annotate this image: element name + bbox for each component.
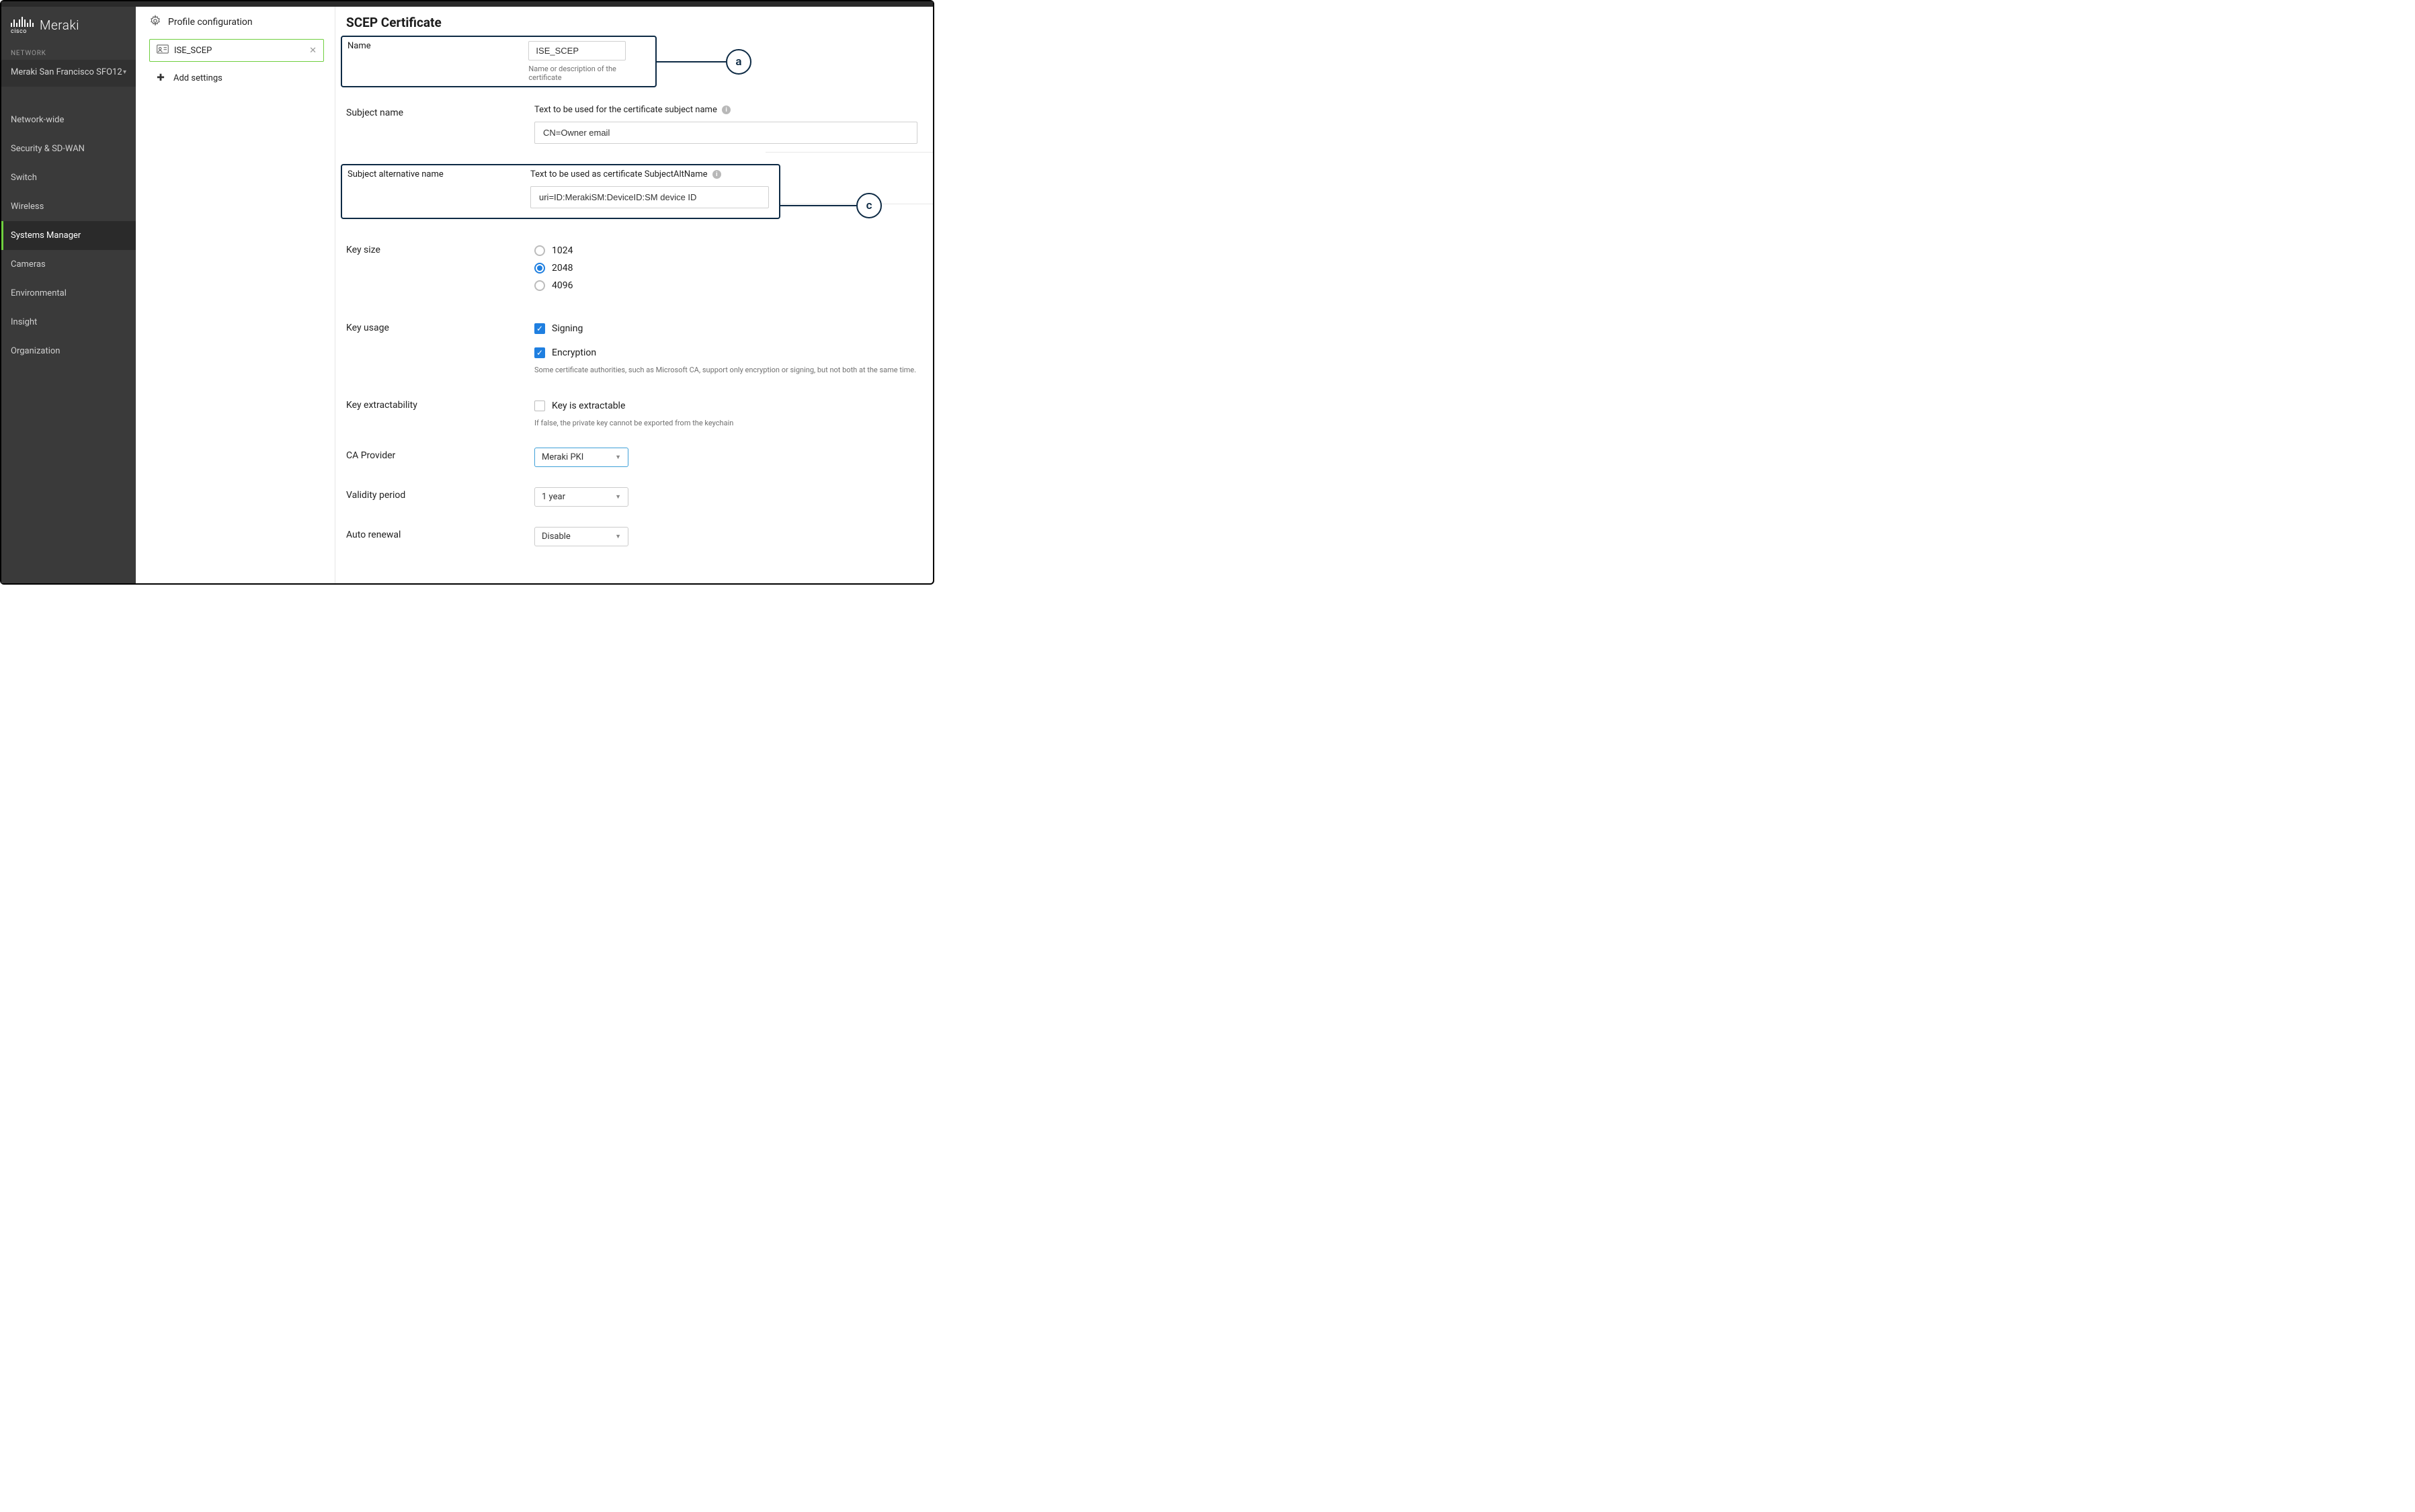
checkbox-icon: ✓	[534, 347, 545, 358]
subject-name-label: Subject name	[346, 105, 534, 118]
checkbox-icon: ✓	[534, 323, 545, 334]
key-extractable-option[interactable]: Key is extractable	[534, 397, 933, 415]
radio-icon	[534, 280, 545, 291]
sidebar-item-wireless[interactable]: Wireless	[1, 192, 136, 221]
caret-down-icon: ▾	[123, 68, 126, 77]
auto-renewal-select[interactable]: Disable ▼	[534, 527, 628, 546]
profile-entry-name: ISE_SCEP	[174, 46, 212, 56]
sidebar-item-cameras[interactable]: Cameras	[1, 250, 136, 279]
sidebar-item-label: Security & SD-WAN	[11, 144, 85, 154]
radio-label: 2048	[552, 263, 573, 274]
sidebar-item-label: Cameras	[11, 259, 46, 269]
plus-icon: ✚	[156, 73, 165, 83]
ca-provider-label: CA Provider	[346, 448, 534, 461]
network-section-label: NETWORK	[1, 38, 136, 60]
page-title: SCEP Certificate	[346, 15, 933, 30]
keyusage-signing[interactable]: ✓ Signing	[534, 320, 933, 337]
checkbox-icon	[534, 401, 545, 411]
app-shell: cisco Meraki NETWORK Meraki San Francisc…	[1, 7, 933, 583]
callout-marker: c	[856, 193, 882, 218]
callout-a: a	[649, 49, 751, 75]
select-value: Meraki PKI	[542, 452, 583, 462]
brand-logo: cisco Meraki	[1, 7, 136, 38]
add-settings-button[interactable]: ✚ Add settings	[149, 70, 324, 86]
key-usage-label: Key usage	[346, 320, 534, 333]
keysize-option-2048[interactable]: 2048	[534, 259, 933, 277]
san-label: Subject alternative name	[347, 169, 530, 179]
sidebar-item-security-sdwan[interactable]: Security & SD-WAN	[1, 134, 136, 163]
ca-provider-select[interactable]: Meraki PKI ▼	[534, 448, 628, 467]
sidebar-item-environmental[interactable]: Environmental	[1, 279, 136, 308]
sidebar-item-organization[interactable]: Organization	[1, 337, 136, 366]
validity-period-label: Validity period	[346, 487, 534, 501]
checkbox-label: Signing	[552, 323, 583, 334]
profile-config-header: Profile configuration	[149, 15, 324, 30]
form-pane: SCEP Certificate Name Name or descriptio…	[335, 7, 933, 583]
profile-list-column: Profile configuration ISE_SCEP ✕ ✚ Add s…	[136, 7, 335, 583]
sidebar-item-label: Switch	[11, 173, 37, 183]
id-card-icon	[157, 44, 169, 56]
key-extractability-label: Key extractability	[346, 397, 534, 411]
radio-label: 4096	[552, 280, 573, 291]
subject-name-desc: Text to be used for the certificate subj…	[534, 105, 717, 115]
callout-line	[655, 61, 726, 62]
sidebar-item-label: Environmental	[11, 288, 67, 298]
callout-marker: a	[726, 49, 751, 75]
callout-line	[779, 205, 856, 206]
vendor-text: cisco	[11, 28, 34, 35]
remove-profile-button[interactable]: ✕	[309, 46, 317, 56]
callout-box-c: Subject alternative name Text to be used…	[341, 164, 780, 219]
keyusage-encryption[interactable]: ✓ Encryption	[534, 344, 933, 362]
checkbox-label: Key is extractable	[552, 401, 625, 411]
callout-box-a: Name Name or description of the certific…	[341, 36, 657, 87]
sidebar-item-switch[interactable]: Switch	[1, 163, 136, 192]
add-settings-label: Add settings	[173, 73, 222, 83]
keysize-option-1024[interactable]: 1024	[534, 242, 933, 259]
gear-icon	[149, 15, 161, 30]
sidebar-item-systems-manager[interactable]: Systems Manager	[1, 221, 136, 250]
extract-hint: If false, the private key cannot be expo…	[534, 419, 933, 427]
cisco-bars-icon	[11, 15, 34, 27]
select-value: 1 year	[542, 492, 565, 502]
keysize-option-4096[interactable]: 4096	[534, 277, 933, 294]
sidebar: cisco Meraki NETWORK Meraki San Francisc…	[1, 7, 136, 583]
sidebar-item-label: Wireless	[11, 202, 44, 212]
sidebar-item-label: Network-wide	[11, 115, 64, 125]
subject-name-input[interactable]	[534, 122, 917, 144]
certificate-name-input[interactable]	[528, 41, 626, 60]
san-input[interactable]	[530, 186, 769, 208]
sidebar-item-insight[interactable]: Insight	[1, 308, 136, 337]
sidebar-item-label: Systems Manager	[11, 230, 81, 241]
network-name: Meraki San Francisco SFO12	[11, 67, 122, 79]
radio-label: 1024	[552, 245, 573, 256]
keyusage-hint: Some certificate authorities, such as Mi…	[534, 366, 933, 374]
caret-down-icon: ▼	[615, 493, 621, 501]
auto-renewal-label: Auto renewal	[346, 527, 534, 540]
callout-c: c	[772, 193, 882, 218]
san-desc: Text to be used as certificate SubjectAl…	[530, 169, 708, 179]
key-size-label: Key size	[346, 242, 534, 255]
sidebar-item-label: Organization	[11, 346, 60, 356]
select-value: Disable	[542, 532, 571, 542]
info-icon[interactable]: i	[722, 106, 731, 114]
name-hint: Name or description of the certificate	[528, 65, 650, 82]
checkbox-label: Encryption	[552, 347, 596, 358]
radio-icon	[534, 245, 545, 256]
name-label: Name	[347, 41, 528, 51]
profile-config-title: Profile configuration	[168, 17, 253, 28]
network-picker[interactable]: Meraki San Francisco SFO12 ▾	[1, 60, 136, 87]
caret-down-icon: ▼	[615, 533, 621, 540]
sidebar-item-network-wide[interactable]: Network-wide	[1, 106, 136, 134]
validity-period-select[interactable]: 1 year ▼	[534, 487, 628, 507]
sidebar-item-label: Insight	[11, 317, 37, 327]
radio-icon	[534, 263, 545, 274]
caret-down-icon: ▼	[615, 454, 621, 461]
info-icon[interactable]: i	[712, 170, 721, 179]
window-topbar	[1, 1, 933, 7]
brand-text: Meraki	[40, 17, 79, 33]
profile-entry[interactable]: ISE_SCEP ✕	[149, 39, 324, 62]
